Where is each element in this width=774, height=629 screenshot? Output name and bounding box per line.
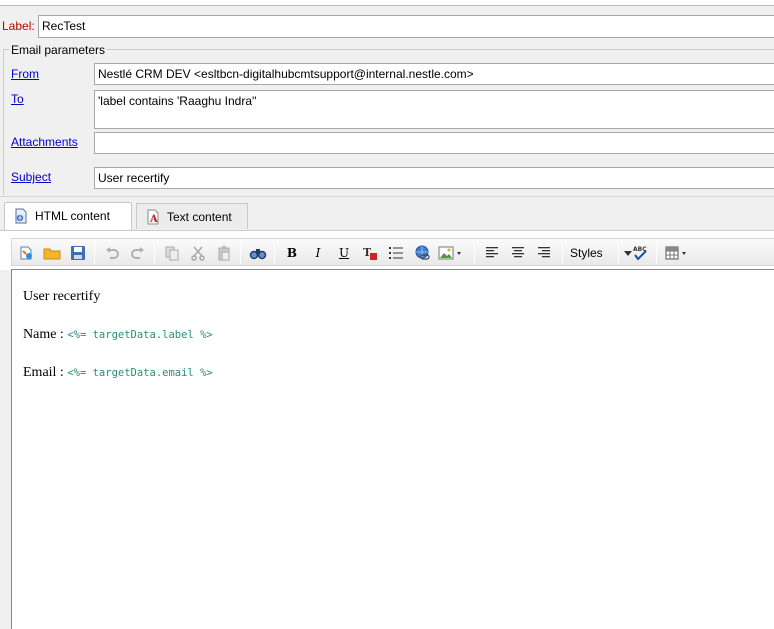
paste-icon[interactable]	[214, 243, 234, 263]
label-caption: Label:	[2, 19, 35, 33]
styles-dropdown[interactable]: Styles	[568, 243, 634, 263]
insert-link-icon[interactable]	[412, 243, 432, 263]
table-icon[interactable]	[664, 243, 694, 263]
tab-text-label: Text content	[167, 210, 232, 224]
toolbar-separator	[240, 242, 241, 264]
tab-html-label: HTML content	[35, 209, 110, 223]
toolbar-separator	[274, 242, 275, 264]
toolbar-separator	[618, 242, 619, 264]
from-link[interactable]: From	[11, 67, 39, 81]
align-center-icon[interactable]	[508, 243, 528, 263]
name-label: Name :	[23, 327, 68, 342]
toolbar-separator	[474, 242, 475, 264]
align-right-icon[interactable]	[534, 243, 554, 263]
window-top-edge	[0, 0, 774, 6]
bullet-list-icon[interactable]	[386, 243, 406, 263]
toolbar-separator	[154, 242, 155, 264]
svg-text:A: A	[149, 214, 158, 225]
toolbar-separator	[656, 242, 657, 264]
email-parameters-legend: Email parameters	[9, 43, 108, 57]
insert-image-icon[interactable]	[438, 243, 468, 263]
cut-icon[interactable]	[188, 243, 208, 263]
label-input[interactable]: RecTest	[38, 15, 774, 38]
styles-dropdown-label: Styles	[570, 246, 603, 260]
text-document-icon: A	[145, 209, 161, 225]
email-label: Email :	[23, 365, 68, 380]
tab-text-content[interactable]: A Text content	[136, 203, 248, 229]
save-icon[interactable]	[68, 243, 88, 263]
toolbar-separator	[562, 242, 563, 264]
subject-link[interactable]: Subject	[11, 170, 51, 184]
bold-icon[interactable]: B	[282, 243, 302, 263]
spellcheck-icon[interactable]: ABC	[630, 243, 650, 263]
name-code: <%= targetData.label %>	[67, 329, 213, 341]
align-left-icon[interactable]	[482, 243, 502, 263]
email-code: <%= targetData.email %>	[67, 367, 213, 379]
undo-icon[interactable]	[102, 243, 122, 263]
html-editor-body[interactable]: User recertify Name : <%= targetData.lab…	[11, 269, 774, 629]
attachments-field[interactable]	[94, 132, 774, 154]
editor-line-email: Email : <%= targetData.email %>	[23, 365, 213, 381]
attachments-link[interactable]: Attachments	[11, 135, 78, 149]
subject-field[interactable]: User recertify	[94, 167, 774, 189]
editor-line-name: Name : <%= targetData.label %>	[23, 327, 213, 343]
copy-icon[interactable]	[162, 243, 182, 263]
toolbar-separator	[94, 242, 95, 264]
to-link[interactable]: To	[11, 92, 24, 106]
underline-icon[interactable]: U	[334, 243, 354, 263]
from-field[interactable]: Nestlé CRM DEV <esltbcn-digitalhubcmtsup…	[94, 63, 774, 85]
to-field[interactable]: 'label contains 'Raaghu Indra''	[94, 90, 774, 129]
italic-icon[interactable]: I	[308, 243, 328, 263]
editor-toolbar: B I U T Styles ABC	[11, 238, 774, 266]
find-binoculars-icon[interactable]	[248, 243, 268, 263]
open-folder-icon[interactable]	[42, 243, 62, 263]
html-document-icon	[13, 208, 29, 224]
redo-icon[interactable]	[128, 243, 148, 263]
text-color-icon[interactable]: T	[360, 243, 380, 263]
tab-html-content[interactable]: HTML content	[4, 202, 132, 230]
editor-line-title: User recertify	[23, 289, 101, 304]
new-icon[interactable]	[16, 243, 36, 263]
